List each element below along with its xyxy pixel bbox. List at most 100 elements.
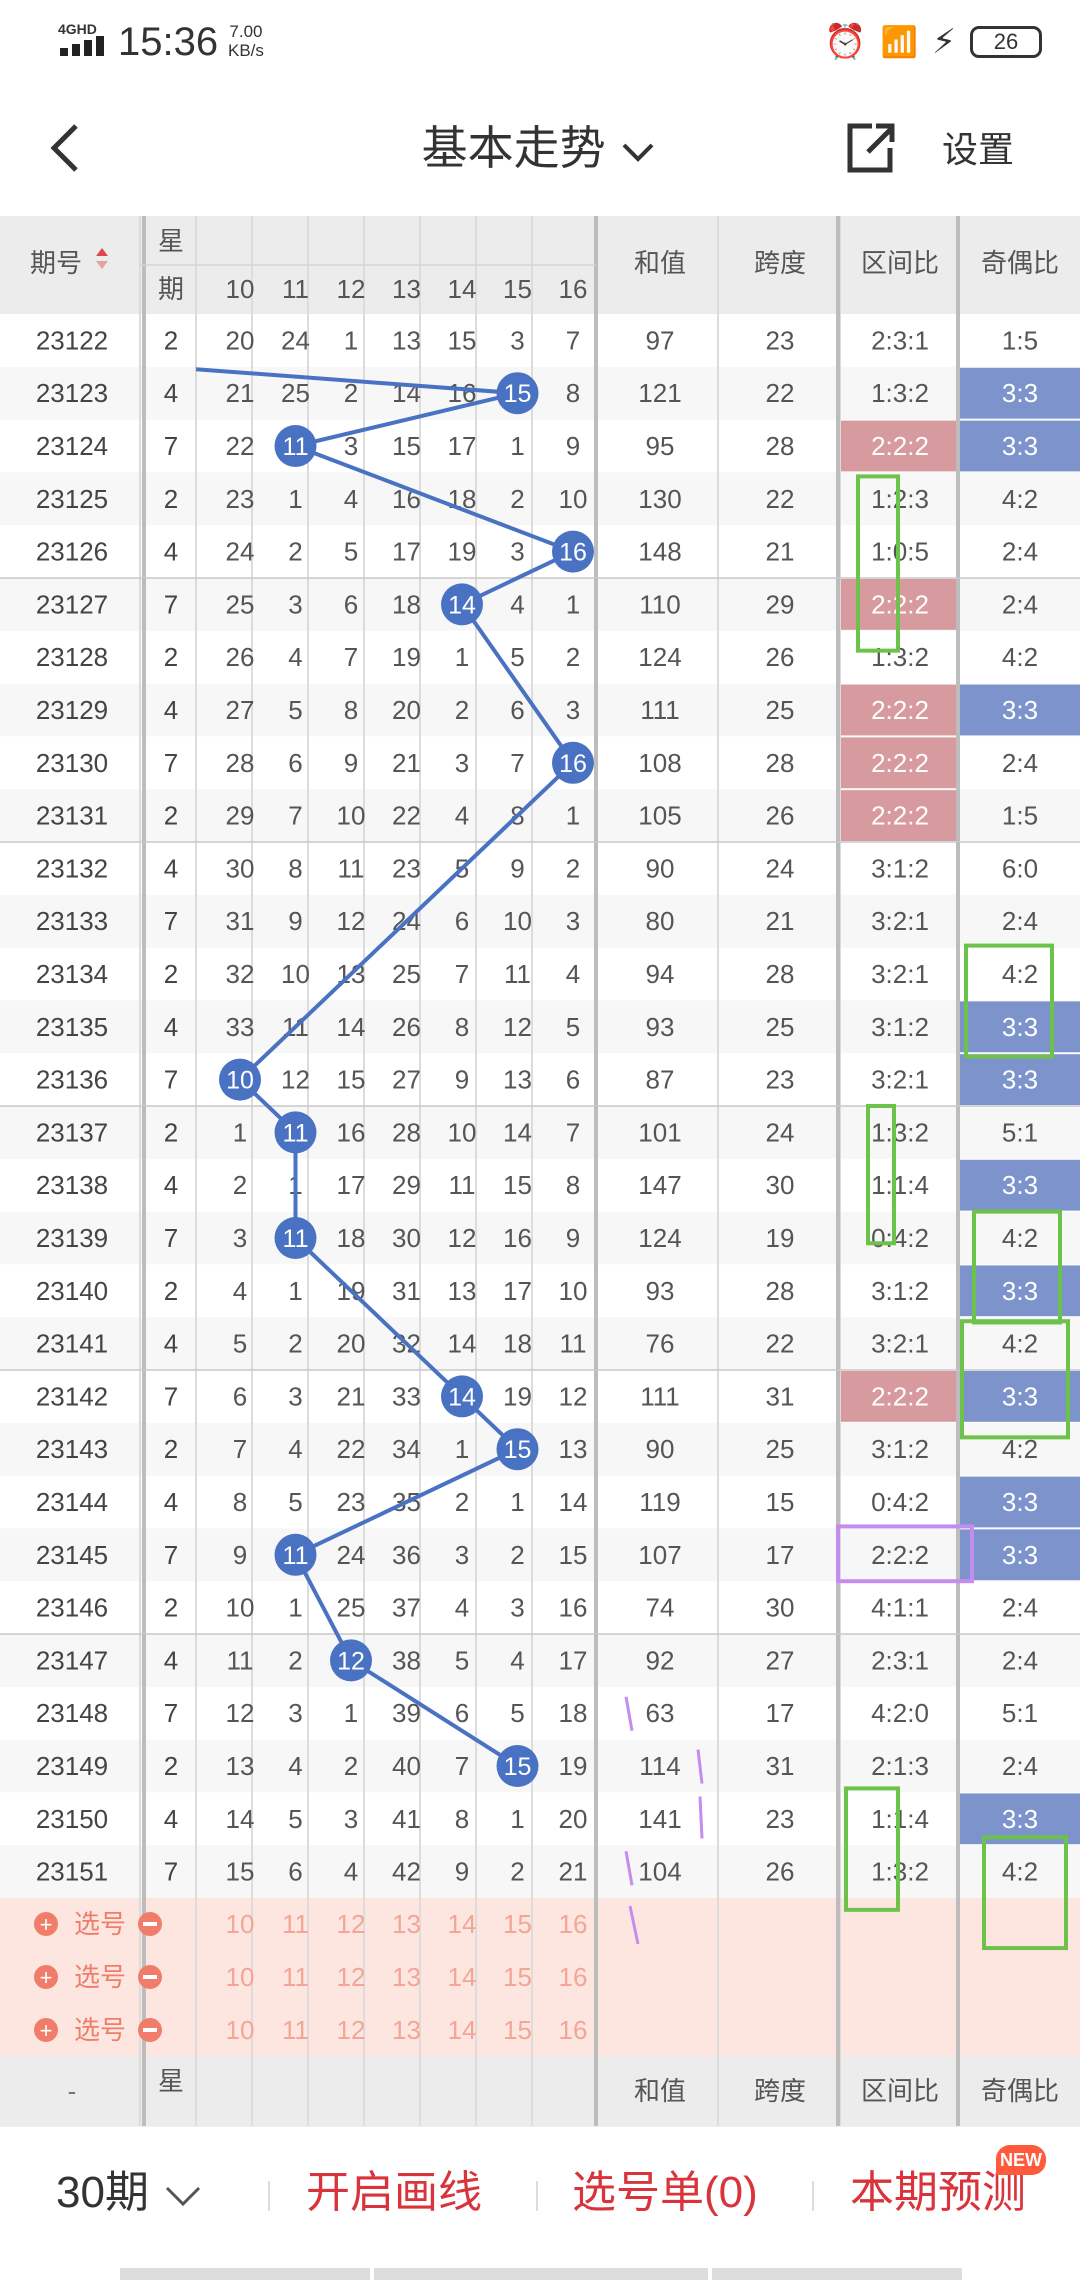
- zone-ratio-cell: 3:1:2: [871, 1276, 929, 1306]
- omission-cell: 24: [281, 325, 310, 355]
- omission-cell: 15: [448, 325, 477, 355]
- new-badge: NEW: [996, 2145, 1046, 2175]
- omission-cell: 4: [288, 1751, 302, 1781]
- picker-label[interactable]: 选号: [74, 1909, 126, 1939]
- picker-number[interactable]: 10: [226, 1909, 255, 1939]
- omission-cell: 2: [566, 642, 580, 672]
- picker-number[interactable]: 14: [448, 1909, 477, 1939]
- omission-cell: 15: [503, 1170, 532, 1200]
- omission-cell: 13: [226, 1751, 255, 1781]
- omission-cell: 33: [226, 1012, 255, 1042]
- omission-cell: 13: [392, 325, 421, 355]
- settings-button[interactable]: 设置: [942, 124, 1014, 176]
- period-cell: 23139: [36, 1223, 108, 1253]
- odd-even-cell: 3:3: [1002, 1381, 1038, 1411]
- omission-cell: 3: [566, 695, 580, 725]
- col-header-weekday-1: 星: [158, 226, 184, 256]
- omission-cell: 8: [233, 1487, 247, 1517]
- omission-cell: 3: [288, 1381, 302, 1411]
- picker-number[interactable]: 13: [392, 1962, 421, 1992]
- picker-number[interactable]: 15: [503, 1909, 532, 1939]
- span-cell: 23: [766, 325, 795, 355]
- omission-cell: 15: [392, 431, 421, 461]
- sum-cell: 101: [638, 1117, 681, 1147]
- picker-number[interactable]: 16: [559, 1962, 588, 1992]
- period-cell: 23124: [36, 431, 108, 461]
- omission-cell: 24: [226, 537, 255, 567]
- share-icon[interactable]: [842, 118, 898, 178]
- draw-lines-button[interactable]: 开启画线: [306, 2163, 482, 2223]
- weekday-cell: 2: [164, 325, 178, 355]
- span-cell: 21: [766, 906, 795, 936]
- picker-label[interactable]: 选号: [74, 2015, 126, 2045]
- zone-ratio-cell: 3:1:2: [871, 1012, 929, 1042]
- weekday-cell: 4: [164, 1012, 178, 1042]
- picker-number[interactable]: 15: [503, 2015, 532, 2045]
- omission-cell: 6: [344, 589, 358, 619]
- omission-cell: 34: [392, 1434, 421, 1464]
- zone-ratio-cell: 2:2:2: [871, 748, 929, 778]
- odd-even-cell: 3:3: [1002, 1487, 1038, 1517]
- picker-number[interactable]: 11: [282, 1909, 309, 1939]
- period-cell: 23135: [36, 1012, 108, 1042]
- weekday-cell: 2: [164, 484, 178, 514]
- period-cell: 23150: [36, 1804, 108, 1834]
- span-cell: 29: [766, 589, 795, 619]
- picker-number[interactable]: 11: [282, 1962, 309, 1992]
- omission-cell: 5: [344, 537, 358, 567]
- span-cell: 30: [766, 1170, 795, 1200]
- omission-cell: 17: [559, 1645, 588, 1675]
- sum-cell: 114: [639, 1751, 680, 1781]
- picker-number[interactable]: 10: [226, 2015, 255, 2045]
- odd-even-cell: 4:2: [1002, 1223, 1038, 1253]
- omission-cell: 5: [288, 695, 302, 725]
- omission-cell: 2: [288, 537, 302, 567]
- picker-number[interactable]: 13: [392, 2015, 421, 2045]
- sum-cell: 147: [638, 1170, 681, 1200]
- span-cell: 31: [766, 1381, 795, 1411]
- omission-cell: 9: [566, 1223, 580, 1253]
- picker-number[interactable]: 12: [337, 1962, 366, 1992]
- footer-header-zone: 区间比: [861, 2076, 939, 2106]
- omission-cell: 26: [226, 642, 255, 672]
- omission-cell: 18: [559, 1698, 588, 1728]
- omission-cell: 8: [455, 1804, 469, 1834]
- odd-even-cell: 4:2: [1002, 642, 1038, 672]
- picker-number[interactable]: 15: [503, 1962, 532, 1992]
- omission-cell: 4: [566, 959, 580, 989]
- span-cell: 28: [766, 1276, 795, 1306]
- picker-number[interactable]: 16: [559, 1909, 588, 1939]
- span-cell: 25: [766, 1434, 795, 1464]
- omission-cell: 5: [566, 1012, 580, 1042]
- omission-cell: 4: [510, 1645, 524, 1675]
- picker-number[interactable]: 10: [226, 1962, 255, 1992]
- picker-label[interactable]: 选号: [74, 1962, 126, 1992]
- omission-cell: 8: [455, 1012, 469, 1042]
- period-count-select[interactable]: 30期: [56, 2163, 205, 2223]
- omission-cell: 14: [448, 1329, 477, 1359]
- col-header-period[interactable]: 期号: [30, 248, 82, 278]
- picker-number[interactable]: 12: [337, 2015, 366, 2045]
- omission-cell: 6: [288, 1857, 302, 1887]
- page-title[interactable]: 基本走势: [0, 116, 1080, 180]
- omission-cell: 4: [344, 484, 358, 514]
- omission-cell: 28: [392, 1117, 421, 1147]
- omission-cell: 25: [226, 589, 255, 619]
- period-cell: 23133: [36, 906, 108, 936]
- picker-number[interactable]: 13: [392, 1909, 421, 1939]
- period-cell: 23129: [36, 695, 108, 725]
- weekday-cell: 7: [164, 1540, 178, 1570]
- omission-cell: 2: [566, 853, 580, 883]
- picker-number[interactable]: 14: [448, 2015, 477, 2045]
- ticket-button[interactable]: 选号单(0): [572, 2163, 758, 2223]
- picker-number[interactable]: 12: [337, 1909, 366, 1939]
- picker-number[interactable]: 14: [448, 1962, 477, 1992]
- picker-number[interactable]: 11: [282, 2015, 309, 2045]
- hit-ball-label: 11: [283, 1225, 309, 1253]
- wifi-icon: 📶: [880, 25, 919, 59]
- period-cell: 23147: [36, 1645, 108, 1675]
- span-cell: 25: [766, 695, 795, 725]
- picker-number[interactable]: 16: [559, 2015, 588, 2045]
- col-header-number: 12: [337, 274, 366, 304]
- omission-cell: 7: [288, 801, 302, 831]
